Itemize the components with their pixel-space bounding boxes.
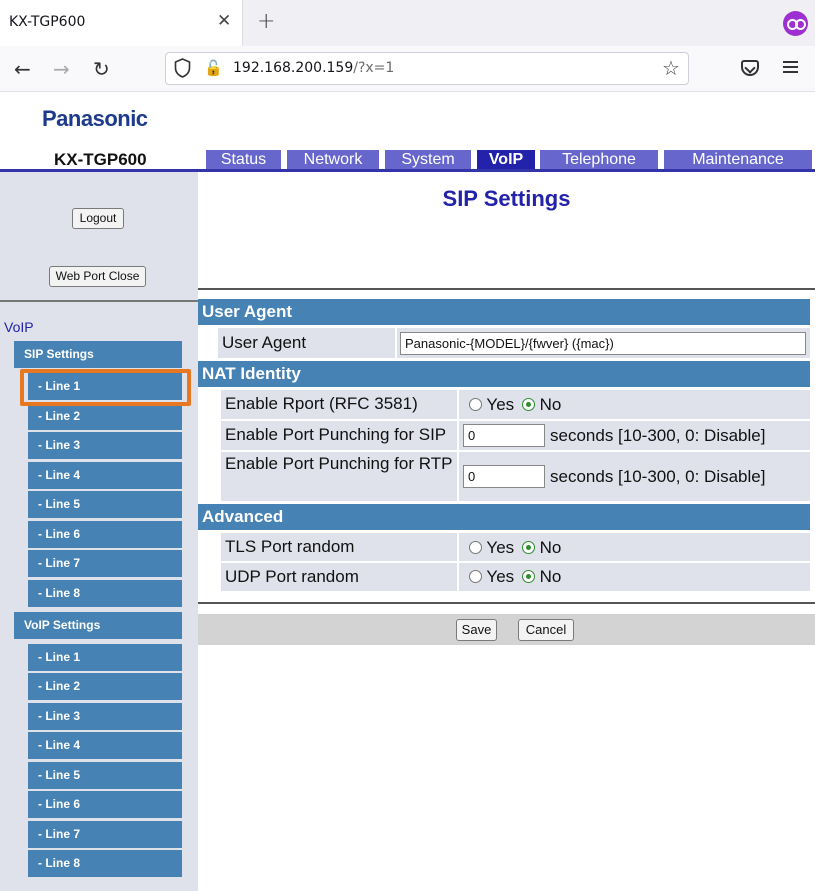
rtp-punching-label: Enable Port Punching for RTP [221, 452, 457, 501]
sidebar-section-voip[interactable]: VoIP [4, 319, 34, 335]
back-icon[interactable]: ← [14, 57, 31, 81]
sidebar-divider [0, 300, 198, 302]
section-header-advanced: Advanced [198, 504, 810, 530]
sidebar-item-voip-line-2[interactable]: - Line 2 [28, 673, 182, 700]
sidebar-item-voip-line-8[interactable]: - Line 8 [28, 850, 182, 877]
browser-tab-bar: KX-TGP600 ✕ + [0, 0, 815, 46]
page-title: SIP Settings [442, 186, 571, 211]
tab-maintenance[interactable]: Maintenance [664, 150, 812, 170]
section-header-nat-identity: NAT Identity [198, 361, 810, 387]
tab-system[interactable]: System [385, 150, 471, 170]
new-tab-icon[interactable]: + [257, 9, 275, 34]
tls-random-label: TLS Port random [221, 533, 457, 561]
reload-icon[interactable]: ↻ [93, 57, 110, 81]
close-tab-icon[interactable]: ✕ [217, 11, 231, 31]
model-name: KX-TGP600 [54, 150, 147, 169]
rport-yes-label: Yes [486, 395, 515, 414]
sidebar-item-sip-line-3[interactable]: - Line 3 [28, 432, 182, 459]
udp-yes-radio[interactable] [469, 570, 482, 583]
user-agent-input[interactable]: Panasonic-{MODEL}/{fwver} ({mac}) [400, 332, 806, 355]
browser-tab[interactable]: KX-TGP600 ✕ [0, 0, 243, 46]
sidebar-item-voip-line-4[interactable]: - Line 4 [28, 732, 182, 759]
tab-network[interactable]: Network [287, 150, 379, 170]
forward-icon[interactable]: → [53, 57, 70, 81]
section-header-user-agent: User Agent [198, 299, 810, 325]
sidebar-item-sip-line-4[interactable]: - Line 4 [28, 462, 182, 489]
rport-radio-group: Yes No [469, 395, 561, 415]
tab-telephone[interactable]: Telephone [540, 150, 658, 170]
user-agent-label: User Agent [218, 328, 395, 358]
sidebar-item-voip-line-1[interactable]: - Line 1 [28, 644, 182, 671]
rport-no-label: No [539, 395, 562, 414]
rport-label: Enable Rport (RFC 3581) [221, 390, 457, 419]
address-bar[interactable]: 🔓 192.168.200.159/?x=1 ☆ [165, 52, 689, 85]
rport-yes-radio[interactable] [469, 398, 482, 411]
tls-random-radio-group: Yes No [469, 538, 561, 558]
sidebar-item-voip-settings[interactable]: VoIP Settings [14, 612, 182, 639]
divider-bottom [198, 602, 815, 604]
tls-yes-radio[interactable] [469, 541, 482, 554]
panasonic-logo: Panasonic [42, 106, 148, 131]
rtp-punching-input[interactable]: 0 [463, 465, 545, 488]
sidebar-item-sip-line-8[interactable]: - Line 8 [28, 580, 182, 607]
browser-nav-bar: ← → ↻ 🔓 192.168.200.159/?x=1 ☆ [0, 46, 815, 92]
bookmark-star-icon[interactable]: ☆ [662, 56, 680, 80]
sidebar: Logout Web Port Close VoIP SIP Settings … [0, 172, 198, 891]
sidebar-item-sip-line-5[interactable]: - Line 5 [28, 491, 182, 518]
rtp-punching-unit: seconds [10-300, 0: Disable] [550, 467, 766, 486]
sip-punching-input[interactable]: 0 [463, 424, 545, 447]
udp-random-label: UDP Port random [221, 563, 457, 591]
sip-punching-unit: seconds [10-300, 0: Disable] [550, 426, 766, 445]
tab-voip[interactable]: VoIP [477, 150, 535, 170]
rport-no-radio[interactable] [521, 398, 535, 411]
udp-random-radio-group: Yes No [469, 567, 561, 587]
tls-no-label: No [539, 538, 562, 557]
sidebar-item-voip-line-6[interactable]: - Line 6 [28, 791, 182, 818]
web-port-close-button[interactable]: Web Port Close [49, 266, 146, 287]
udp-no-label: No [539, 567, 562, 586]
sidebar-item-sip-line-7[interactable]: - Line 7 [28, 550, 182, 577]
tls-no-radio[interactable] [521, 541, 535, 554]
sip-punching-label: Enable Port Punching for SIP [221, 421, 457, 450]
action-bar: Save Cancel [198, 614, 815, 645]
pocket-icon[interactable] [741, 60, 759, 76]
tab-status[interactable]: Status [206, 150, 281, 170]
sidebar-item-voip-line-7[interactable]: - Line 7 [28, 821, 182, 848]
cancel-button[interactable]: Cancel [518, 619, 574, 641]
save-button[interactable]: Save [456, 619, 497, 641]
extension-icon[interactable] [783, 11, 808, 36]
url-text[interactable]: 192.168.200.159/?x=1 [233, 60, 394, 76]
shield-icon[interactable] [174, 58, 191, 78]
highlight-box [20, 369, 191, 406]
udp-no-radio[interactable] [521, 570, 535, 583]
insecure-lock-icon[interactable]: 🔓 [204, 59, 223, 77]
divider-top [198, 288, 815, 290]
logout-button[interactable]: Logout [72, 208, 124, 229]
sidebar-item-sip-line-6[interactable]: - Line 6 [28, 521, 182, 548]
tls-yes-label: Yes [486, 538, 515, 557]
udp-yes-label: Yes [486, 567, 515, 586]
sidebar-item-sip-line-2[interactable]: - Line 2 [28, 403, 182, 430]
hamburger-menu-icon[interactable] [783, 61, 798, 73]
tab-title: KX-TGP600 [9, 14, 86, 30]
sidebar-item-voip-line-3[interactable]: - Line 3 [28, 703, 182, 730]
sidebar-item-sip-settings[interactable]: SIP Settings [14, 341, 182, 368]
sidebar-item-voip-line-5[interactable]: - Line 5 [28, 762, 182, 789]
